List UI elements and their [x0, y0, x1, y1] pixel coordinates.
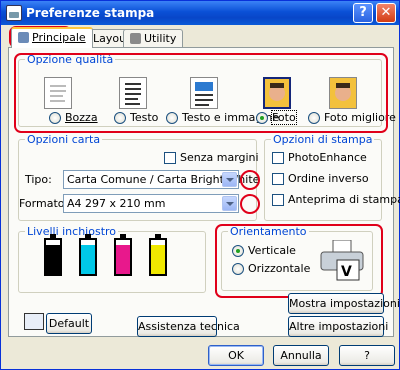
ink-levels-group-title: Livelli inchiostro: [25, 225, 119, 238]
print-preferences-dialog: Preferenze stampa ? ✕ Principale Layout …: [0, 0, 400, 370]
ink-cartridge-cyan: [79, 234, 97, 276]
ink-cartridge-magenta: [114, 234, 132, 276]
show-settings-button[interactable]: Mostra impostazioni: [288, 293, 400, 314]
paper-format-value: A4 297 x 210 mm: [67, 197, 166, 210]
print-preview-label: Anteprima di stampa: [288, 193, 400, 206]
ok-button[interactable]: OK: [208, 345, 264, 366]
default-button[interactable]: Default: [46, 313, 92, 334]
paper-group-title: Opzioni carta: [25, 133, 103, 146]
print-options-group: Opzioni di stampa PhotoEnhance Ordine in…: [264, 133, 400, 221]
paper-type-select[interactable]: Carta Comune / Carta Bright White: [63, 170, 259, 189]
cancel-button[interactable]: Annulla: [273, 345, 329, 366]
print-preview-checkbox[interactable]: [272, 194, 284, 206]
ink-fill-black: [46, 245, 60, 274]
close-button[interactable]: ✕: [376, 3, 396, 23]
paper-format-select[interactable]: A4 297 x 210 mm: [63, 194, 239, 213]
borderless-label: Senza margini: [180, 151, 259, 164]
type-dropdown-highlight: [240, 170, 260, 190]
paper-type-label: Tipo:: [25, 173, 52, 186]
support-button[interactable]: Assistenza tecnica: [137, 316, 240, 337]
help-title-button[interactable]: ?: [353, 3, 373, 23]
window-title: Preferenze stampa: [26, 6, 155, 20]
format-dropdown-highlight: [240, 194, 260, 214]
borderless-checkbox[interactable]: [164, 152, 176, 164]
paper-group: Opzioni carta Senza margini Tipo: Carta …: [18, 133, 260, 221]
photoenhance-label: PhotoEnhance: [288, 151, 367, 164]
chevron-down-icon[interactable]: [222, 196, 237, 211]
help-button[interactable]: ?: [339, 345, 395, 366]
more-settings-button[interactable]: Altre impostazioni: [288, 316, 388, 337]
tab-principale[interactable]: Principale: [11, 27, 93, 48]
chevron-down-icon[interactable]: [222, 172, 237, 187]
title-bar[interactable]: Preferenze stampa ? ✕: [1, 1, 399, 25]
ink-fill-magenta: [116, 245, 130, 274]
photoenhance-checkbox[interactable]: [272, 152, 284, 164]
ink-fill-cyan: [81, 245, 95, 274]
ink-fill-yellow: [151, 245, 165, 274]
reverse-order-label: Ordine inverso: [288, 172, 369, 185]
tab-panel: Opzione qualità Bozza Testo Testo e imma…: [8, 47, 400, 337]
default-icon: [24, 313, 44, 330]
tab-utility[interactable]: Utility: [123, 29, 184, 48]
orientation-highlight-outline: [215, 224, 383, 298]
printer-app-icon: [6, 5, 22, 21]
quality-highlight-outline: [14, 53, 388, 133]
paper-format-label: Formato:: [19, 197, 69, 210]
reverse-order-checkbox[interactable]: [272, 173, 284, 185]
printer-icon: [18, 32, 29, 43]
print-options-group-title: Opzioni di stampa: [271, 133, 375, 146]
utility-icon: [130, 33, 141, 44]
ink-cartridge-black: [44, 234, 62, 276]
ink-cartridge-yellow: [149, 234, 167, 276]
